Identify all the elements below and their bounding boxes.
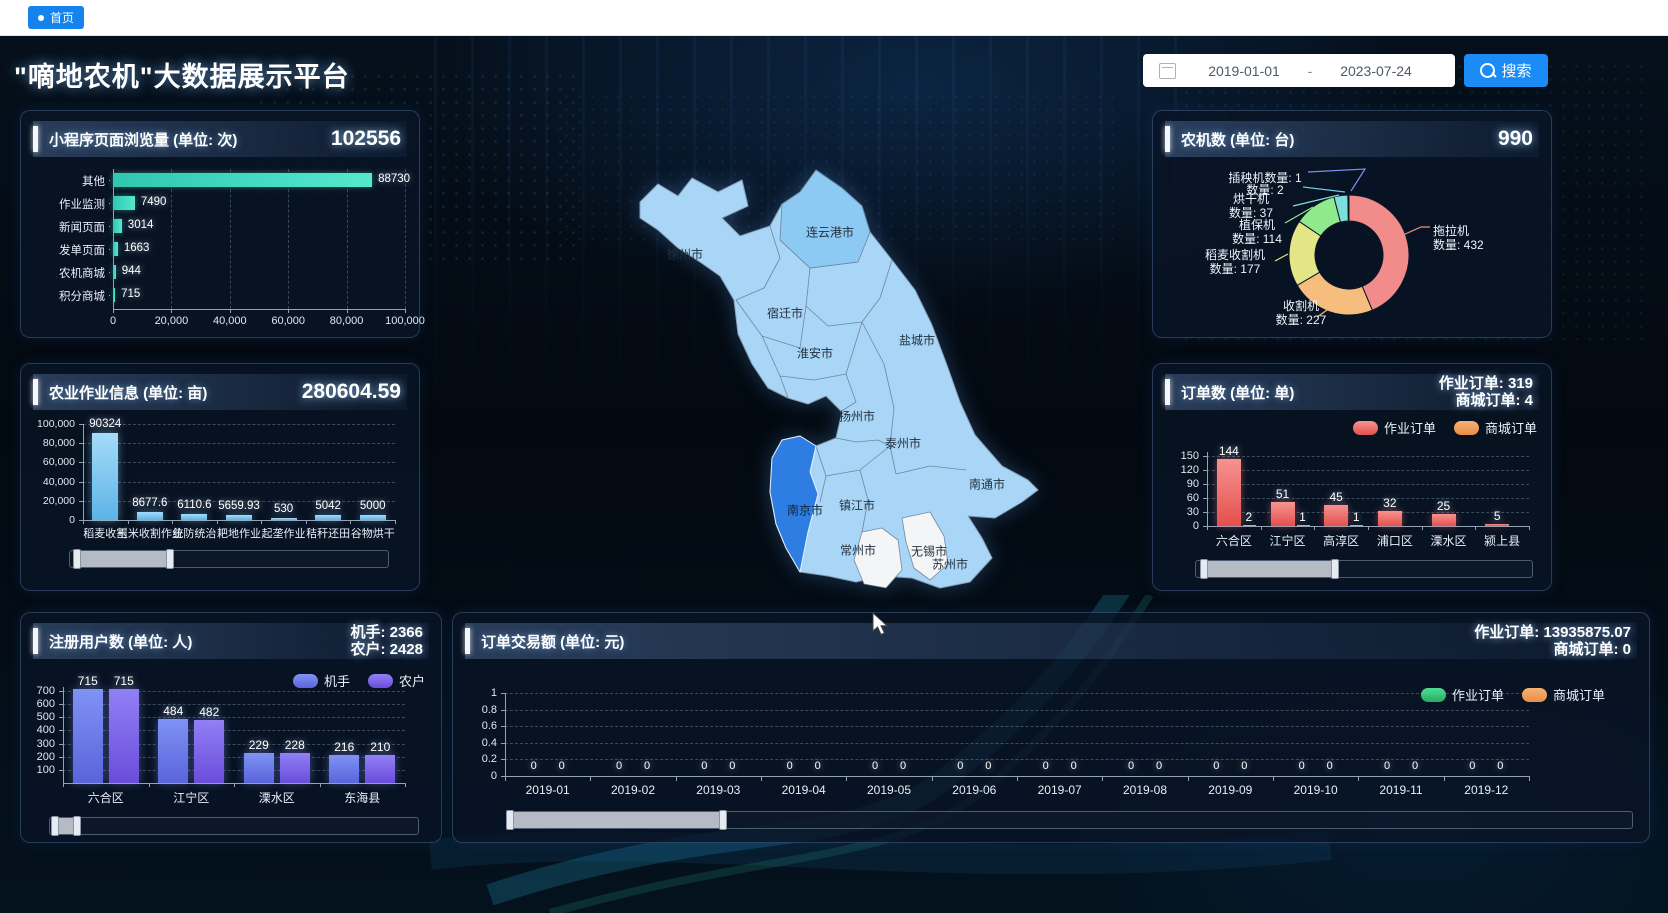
- mouse-cursor: [872, 612, 890, 636]
- farm-work-chart[interactable]: 100,00080,00060,00040,00020,000090324稻麦收…: [33, 410, 407, 582]
- donut-slice-label: 数量: 177: [1210, 261, 1261, 276]
- map-label-city[interactable]: 淮安市: [797, 345, 833, 362]
- datazoom-slider[interactable]: [69, 550, 389, 568]
- panel-transactions-header: 订单交易额 (单位: 元) 作业订单: 13935875.07 商城订单: 0: [465, 623, 1637, 659]
- datazoom-slider[interactable]: [1195, 560, 1533, 578]
- legend-item: 农户: [368, 671, 425, 690]
- donut-slice-label: 数量: 432: [1433, 237, 1484, 252]
- map-label-city[interactable]: 连云港市: [806, 224, 854, 241]
- donut-label-line: [1303, 187, 1345, 192]
- legend-swatch: [368, 674, 393, 688]
- search-button-label: 搜索: [1501, 60, 1531, 81]
- panel-machines-title: 农机数 (单位: 台): [1181, 129, 1294, 150]
- panel-farm-work-title: 农业作业信息 (单位: 亩): [49, 382, 207, 403]
- legend-swatch: [1454, 421, 1479, 435]
- panel-orders-stats: 作业订单: 319 商城订单: 4: [1439, 375, 1539, 409]
- panel-transactions-stats: 作业订单: 13935875.07 商城订单: 0: [1474, 624, 1637, 658]
- transactions-stat-mall: 商城订单: 0: [1474, 641, 1631, 658]
- donut-slice-label: 收割机: [1283, 298, 1319, 313]
- date-end-input[interactable]: 2023-07-24: [1322, 63, 1430, 79]
- map-label-city[interactable]: 镇江市: [839, 497, 875, 514]
- donut-slice-label: 拖拉机: [1433, 223, 1469, 238]
- panel-users-stats: 机手: 2366 农户: 2428: [350, 624, 429, 658]
- panel-orders-title: 订单数 (单位: 单): [1181, 382, 1294, 403]
- panel-machines-total: 990: [1498, 127, 1539, 151]
- page-views-chart[interactable]: 020,00040,00060,00080,000100,000其他88730作…: [33, 157, 407, 329]
- legend-swatch: [293, 674, 318, 688]
- panel-users-title: 注册用户数 (单位: 人): [49, 631, 192, 652]
- search-button[interactable]: 搜索: [1464, 54, 1548, 87]
- legend-swatch: [1421, 688, 1446, 702]
- browser-tab-bar: 首页: [0, 0, 1668, 36]
- header-accent-bar: [33, 628, 38, 654]
- date-separator: -: [1298, 63, 1322, 79]
- orders-stat-work: 作业订单: 319: [1439, 375, 1533, 392]
- map-label-city[interactable]: 宿迁市: [767, 305, 803, 322]
- donut-label-line: [1308, 169, 1365, 191]
- page-title: "嘀地农机"大数据展示平台: [14, 55, 350, 94]
- legend-swatch: [1522, 688, 1547, 702]
- calendar-icon: [1159, 63, 1176, 79]
- datazoom-slider[interactable]: [508, 811, 1633, 829]
- donut-label-line: [1275, 254, 1288, 261]
- panel-users: 注册用户数 (单位: 人) 机手: 2366 农户: 2428 机手农户7006…: [20, 612, 442, 843]
- datazoom-slider[interactable]: [49, 817, 419, 835]
- transactions-chart[interactable]: 作业订单商城订单10.80.60.40.20002019-01002019-02…: [465, 659, 1637, 834]
- panel-machines: 农机数 (单位: 台) 990 拖拉机数量: 432 收割机数量: 227 稻麦收割…: [1152, 110, 1552, 338]
- users-chart[interactable]: 机手农户700600500400300200100715715六合区484482…: [33, 659, 429, 834]
- date-start-input[interactable]: 2019-01-01: [1190, 63, 1298, 79]
- map-label-city[interactable]: 盐城市: [899, 332, 935, 349]
- legend-item: 机手: [293, 671, 350, 690]
- legend-item: 商城订单: [1454, 418, 1537, 437]
- machines-donut-chart[interactable]: 拖拉机数量: 432收割机数量: 227稻麦收割机数量: 177植保机数量: 1…: [1153, 157, 1551, 329]
- panel-farm-work-header: 农业作业信息 (单位: 亩) 280604.59: [33, 374, 407, 410]
- transactions-stat-work: 作业订单: 13935875.07: [1474, 624, 1631, 641]
- panel-machines-header: 农机数 (单位: 台) 990: [1165, 121, 1539, 157]
- date-range-picker[interactable]: 2019-01-01 - 2023-07-24: [1143, 54, 1455, 87]
- panel-transactions: 订单交易额 (单位: 元) 作业订单: 13935875.07 商城订单: 0 …: [452, 612, 1650, 843]
- users-stat-drivers: 机手: 2366: [350, 624, 423, 641]
- donut-slice-label: 稻麦收割机: [1205, 247, 1265, 262]
- panel-orders: 订单数 (单位: 单) 作业订单: 319 商城订单: 4 作业订单商城订单15…: [1152, 363, 1552, 591]
- map-label-city[interactable]: 南京市: [787, 502, 823, 519]
- panel-farm-work: 农业作业信息 (单位: 亩) 280604.59 100,00080,00060…: [20, 363, 420, 591]
- legend-item: 作业订单: [1353, 418, 1436, 437]
- donut-label-line: [1403, 227, 1430, 235]
- panel-page-views-total: 102556: [331, 127, 407, 151]
- donut-slice-label: 数量: 37: [1229, 205, 1273, 220]
- legend-item: 商城订单: [1522, 685, 1605, 704]
- donut-slice-label: 数量: 227: [1276, 312, 1327, 327]
- panel-page-views-title: 小程序页面浏览量 (单位: 次): [49, 129, 237, 150]
- tab-dot-icon: [38, 15, 44, 21]
- map-label-city[interactable]: 泰州市: [885, 435, 921, 452]
- map-label-city[interactable]: 徐州市: [667, 246, 703, 263]
- donut-slice-label: 插秧机数量: 1: [1228, 170, 1302, 185]
- map-label-city[interactable]: 苏州市: [932, 556, 968, 573]
- legend-swatch: [1353, 421, 1378, 435]
- orders-stat-mall: 商城订单: 4: [1439, 392, 1533, 409]
- search-icon: [1480, 63, 1495, 78]
- header-accent-bar: [1165, 379, 1170, 405]
- panel-orders-header: 订单数 (单位: 单) 作业订单: 319 商城订单: 4: [1165, 374, 1539, 410]
- map-label-city[interactable]: 扬州市: [839, 408, 875, 425]
- panel-page-views: 小程序页面浏览量 (单位: 次) 102556 020,00040,00060,…: [20, 110, 420, 338]
- panel-transactions-title: 订单交易额 (单位: 元): [481, 631, 624, 652]
- orders-chart[interactable]: 作业订单商城订单15012090603001442六合区511江宁区451高淳区…: [1165, 410, 1539, 582]
- header-accent-bar: [33, 126, 38, 152]
- tab-home[interactable]: 首页: [28, 6, 84, 29]
- jiangsu-map[interactable]: 徐州市连云港市宿迁市淮安市盐城市扬州市泰州市南通市南京市镇江市常州市无锡市苏州市: [630, 140, 1150, 620]
- users-stat-farmers: 农户: 2428: [350, 641, 423, 658]
- legend-item: 作业订单: [1421, 685, 1504, 704]
- donut-slice-label: 数量: 114: [1232, 231, 1282, 246]
- panel-page-views-header: 小程序页面浏览量 (单位: 次) 102556: [33, 121, 407, 157]
- panel-farm-work-total: 280604.59: [302, 380, 407, 404]
- tab-home-label: 首页: [50, 9, 74, 26]
- map-label-city[interactable]: 南通市: [969, 476, 1005, 493]
- panel-users-header: 注册用户数 (单位: 人) 机手: 2366 农户: 2428: [33, 623, 429, 659]
- map-label-city[interactable]: 常州市: [840, 542, 876, 559]
- header-accent-bar: [1165, 126, 1170, 152]
- header-accent-bar: [465, 628, 470, 654]
- header-accent-bar: [33, 379, 38, 405]
- dashboard: "嘀地农机"大数据展示平台 2019-01-01 - 2023-07-24 搜索: [0, 35, 1668, 913]
